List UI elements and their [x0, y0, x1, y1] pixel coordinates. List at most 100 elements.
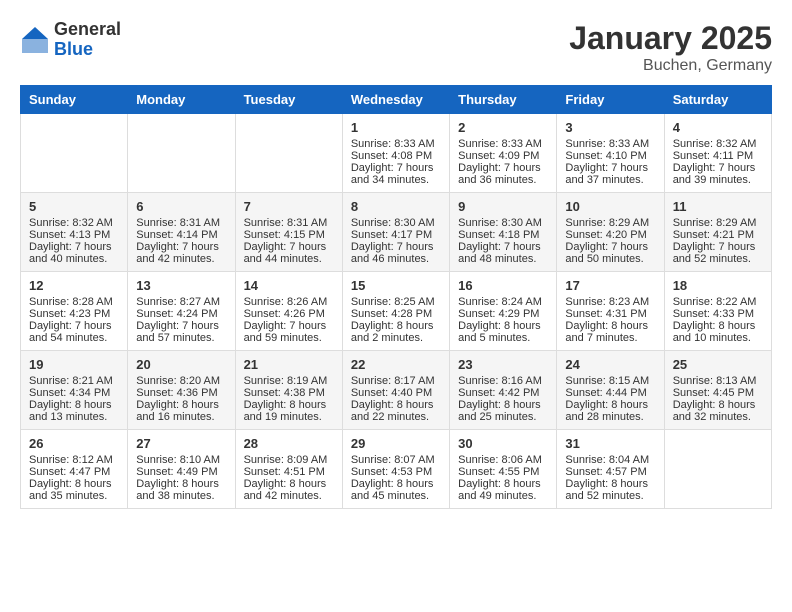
- sunset-text: Sunset: 4:09 PM: [458, 150, 548, 162]
- calendar-cell: 11Sunrise: 8:29 AMSunset: 4:21 PMDayligh…: [664, 193, 771, 272]
- daylight-text: Daylight: 8 hours and 52 minutes.: [565, 478, 655, 502]
- sunrise-text: Sunrise: 8:28 AM: [29, 296, 119, 308]
- calendar-cell: 30Sunrise: 8:06 AMSunset: 4:55 PMDayligh…: [450, 430, 557, 509]
- logo-icon: [20, 25, 50, 55]
- location-subtitle: Buchen, Germany: [569, 57, 772, 75]
- daylight-text: Daylight: 8 hours and 2 minutes.: [351, 320, 441, 344]
- calendar-cell: 17Sunrise: 8:23 AMSunset: 4:31 PMDayligh…: [557, 272, 664, 351]
- day-number: 22: [351, 357, 441, 372]
- sunrise-text: Sunrise: 8:16 AM: [458, 375, 548, 387]
- sunrise-text: Sunrise: 8:33 AM: [351, 138, 441, 150]
- day-number: 11: [673, 199, 763, 214]
- day-number: 14: [244, 278, 334, 293]
- month-title: January 2025: [569, 20, 772, 57]
- calendar-table: Sunday Monday Tuesday Wednesday Thursday…: [20, 85, 772, 509]
- calendar-cell: 19Sunrise: 8:21 AMSunset: 4:34 PMDayligh…: [21, 351, 128, 430]
- sunset-text: Sunset: 4:36 PM: [136, 387, 226, 399]
- calendar-cell: [664, 430, 771, 509]
- sunset-text: Sunset: 4:23 PM: [29, 308, 119, 320]
- day-number: 13: [136, 278, 226, 293]
- daylight-text: Daylight: 7 hours and 36 minutes.: [458, 162, 548, 186]
- sunset-text: Sunset: 4:28 PM: [351, 308, 441, 320]
- sunrise-text: Sunrise: 8:25 AM: [351, 296, 441, 308]
- sunset-text: Sunset: 4:34 PM: [29, 387, 119, 399]
- calendar-cell: 25Sunrise: 8:13 AMSunset: 4:45 PMDayligh…: [664, 351, 771, 430]
- calendar-cell: [235, 114, 342, 193]
- sunset-text: Sunset: 4:18 PM: [458, 229, 548, 241]
- daylight-text: Daylight: 7 hours and 50 minutes.: [565, 241, 655, 265]
- calendar-week-row: 26Sunrise: 8:12 AMSunset: 4:47 PMDayligh…: [21, 430, 772, 509]
- calendar-cell: 2 Sunrise: 8:33 AMSunset: 4:09 PMDaylight…: [450, 114, 557, 193]
- calendar-cell: 12Sunrise: 8:28 AMSunset: 4:23 PMDayligh…: [21, 272, 128, 351]
- daylight-text: Daylight: 7 hours and 39 minutes.: [673, 162, 763, 186]
- day-number: 7: [244, 199, 334, 214]
- day-number: 8: [351, 199, 441, 214]
- calendar-cell: 27Sunrise: 8:10 AMSunset: 4:49 PMDayligh…: [128, 430, 235, 509]
- sunrise-text: Sunrise: 8:33 AM: [458, 138, 548, 150]
- daylight-text: Daylight: 8 hours and 42 minutes.: [244, 478, 334, 502]
- calendar-cell: 15Sunrise: 8:25 AMSunset: 4:28 PMDayligh…: [342, 272, 449, 351]
- header-monday: Monday: [128, 86, 235, 114]
- sunrise-text: Sunrise: 8:21 AM: [29, 375, 119, 387]
- calendar-cell: 7Sunrise: 8:31 AMSunset: 4:15 PMDaylight…: [235, 193, 342, 272]
- calendar-cell: 26 Sunrise: 8:12 AMSunset: 4:47 PMDayligh…: [21, 430, 128, 509]
- day-number: 3: [565, 120, 655, 135]
- daylight-text: Daylight: 7 hours and 52 minutes.: [673, 241, 763, 265]
- calendar-cell: 3Sunrise: 8:33 AMSunset: 4:10 PMDaylight…: [557, 114, 664, 193]
- sunset-text: Sunset: 4:20 PM: [565, 229, 655, 241]
- day-number: 2: [458, 120, 548, 135]
- sunset-text: Sunset: 4:47 PM: [29, 466, 119, 478]
- sunset-text: Sunset: 4:45 PM: [673, 387, 763, 399]
- header-saturday: Saturday: [664, 86, 771, 114]
- calendar-cell: 4Sunrise: 8:32 AMSunset: 4:11 PMDaylight…: [664, 114, 771, 193]
- calendar-cell: 10 Sunrise: 8:29 AMSunset: 4:20 PMDayligh…: [557, 193, 664, 272]
- sunrise-text: Sunrise: 8:10 AM: [136, 454, 226, 466]
- sunset-text: Sunset: 4:40 PM: [351, 387, 441, 399]
- daylight-text: Daylight: 8 hours and 22 minutes.: [351, 399, 441, 423]
- sunrise-text: Sunrise: 8:13 AM: [673, 375, 763, 387]
- daylight-text: Daylight: 8 hours and 13 minutes.: [29, 399, 119, 423]
- daylight-text: Daylight: 8 hours and 28 minutes.: [565, 399, 655, 423]
- sunrise-text: Sunrise: 8:26 AM: [244, 296, 334, 308]
- sunrise-text: Sunrise: 8:07 AM: [351, 454, 441, 466]
- daylight-text: Daylight: 7 hours and 42 minutes.: [136, 241, 226, 265]
- logo-general: General: [54, 20, 121, 40]
- daylight-text: Daylight: 7 hours and 34 minutes.: [351, 162, 441, 186]
- logo: General Blue: [20, 20, 121, 60]
- sunrise-text: Sunrise: 8:29 AM: [565, 217, 655, 229]
- daylight-text: Daylight: 8 hours and 5 minutes.: [458, 320, 548, 344]
- day-number: 26: [29, 436, 119, 451]
- daylight-text: Daylight: 7 hours and 54 minutes.: [29, 320, 119, 344]
- calendar-cell: 5Sunrise: 8:32 AMSunset: 4:13 PMDaylight…: [21, 193, 128, 272]
- day-number: 6: [136, 199, 226, 214]
- calendar-cell: 18Sunrise: 8:22 AMSunset: 4:33 PMDayligh…: [664, 272, 771, 351]
- day-number: 17: [565, 278, 655, 293]
- day-number: 30: [458, 436, 548, 451]
- calendar-cell: 31Sunrise: 8:04 AMSunset: 4:57 PMDayligh…: [557, 430, 664, 509]
- day-number: 16: [458, 278, 548, 293]
- daylight-text: Daylight: 7 hours and 44 minutes.: [244, 241, 334, 265]
- sunset-text: Sunset: 4:31 PM: [565, 308, 655, 320]
- day-number: 4: [673, 120, 763, 135]
- day-number: 24: [565, 357, 655, 372]
- sunset-text: Sunset: 4:13 PM: [29, 229, 119, 241]
- sunrise-text: Sunrise: 8:31 AM: [244, 217, 334, 229]
- calendar-cell: 28Sunrise: 8:09 AMSunset: 4:51 PMDayligh…: [235, 430, 342, 509]
- sunset-text: Sunset: 4:44 PM: [565, 387, 655, 399]
- sunrise-text: Sunrise: 8:04 AM: [565, 454, 655, 466]
- day-number: 5: [29, 199, 119, 214]
- daylight-text: Daylight: 8 hours and 35 minutes.: [29, 478, 119, 502]
- calendar-cell: 21Sunrise: 8:19 AMSunset: 4:38 PMDayligh…: [235, 351, 342, 430]
- sunrise-text: Sunrise: 8:30 AM: [458, 217, 548, 229]
- sunset-text: Sunset: 4:55 PM: [458, 466, 548, 478]
- header-thursday: Thursday: [450, 86, 557, 114]
- sunrise-text: Sunrise: 8:32 AM: [29, 217, 119, 229]
- calendar-week-row: 19Sunrise: 8:21 AMSunset: 4:34 PMDayligh…: [21, 351, 772, 430]
- sunrise-text: Sunrise: 8:29 AM: [673, 217, 763, 229]
- daylight-text: Daylight: 8 hours and 45 minutes.: [351, 478, 441, 502]
- calendar-week-row: 12Sunrise: 8:28 AMSunset: 4:23 PMDayligh…: [21, 272, 772, 351]
- sunrise-text: Sunrise: 8:23 AM: [565, 296, 655, 308]
- sunrise-text: Sunrise: 8:12 AM: [29, 454, 119, 466]
- day-number: 10: [565, 199, 655, 214]
- daylight-text: Daylight: 8 hours and 38 minutes.: [136, 478, 226, 502]
